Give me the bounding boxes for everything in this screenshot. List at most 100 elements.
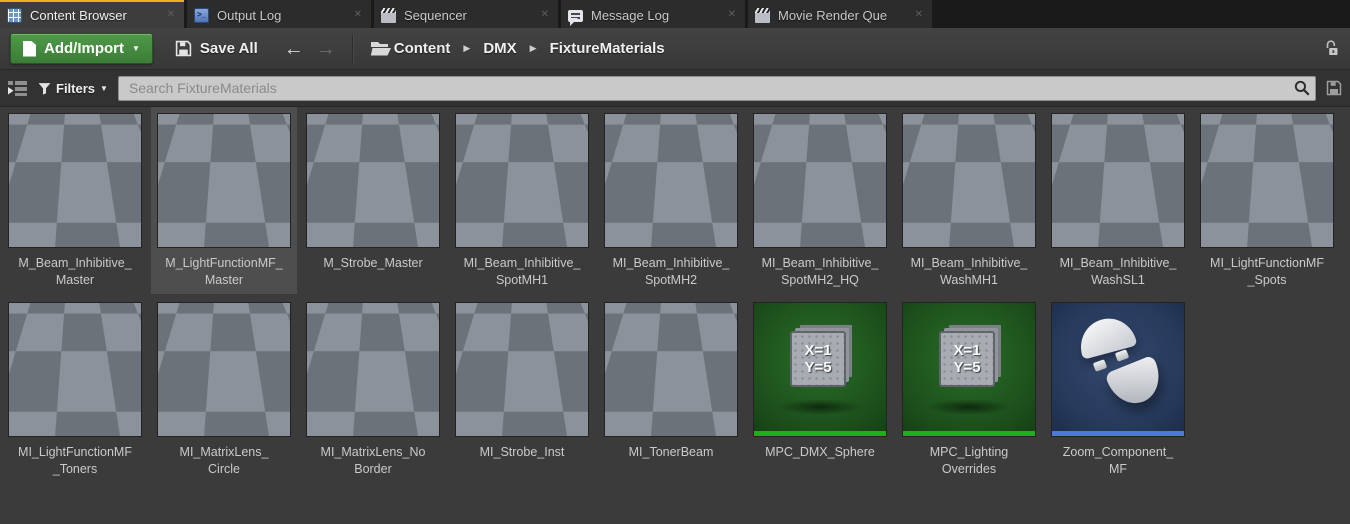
asset-thumbnail[interactable] — [455, 302, 589, 437]
search-icon[interactable] — [1293, 79, 1311, 102]
asset-thumbnail[interactable] — [455, 113, 589, 248]
lock-open-icon[interactable] — [1322, 39, 1340, 58]
open-folder-icon — [370, 40, 392, 57]
search-box — [117, 75, 1316, 102]
funnel-icon — [38, 82, 51, 95]
asset-m-lightfunctionmf-master[interactable]: M_LightFunctionMF_ Master — [157, 113, 291, 288]
asset-type-color-bar — [9, 431, 141, 436]
asset-name-label: MI_Strobe_Inst — [479, 445, 565, 459]
tab-sequencer[interactable]: Sequencer ✕ — [374, 0, 558, 28]
asset-thumbnail[interactable] — [1051, 113, 1185, 248]
asset-thumbnail[interactable]: X=1 Y=5 — [902, 302, 1036, 437]
asset-name-label: MPC_Lighting Overrides — [929, 445, 1009, 476]
asset-m-beam-inhibitive-master[interactable]: M_Beam_Inhibitive_ Master — [8, 113, 142, 288]
filters-label: Filters — [56, 80, 96, 96]
asset-mpc-lighting-overrides[interactable]: X=1 Y=5 MPC_Lighting Overrides — [902, 302, 1036, 477]
asset-thumbnail[interactable] — [902, 113, 1036, 248]
asset-type-color-bar — [605, 431, 737, 436]
asset-mi-lightfunctionmf-spots[interactable]: MI_LightFunctionMF _Spots — [1200, 113, 1334, 288]
asset-type-color-bar — [9, 242, 141, 247]
asset-type-color-bar — [1201, 242, 1333, 247]
back-arrow-button[interactable]: ← — [284, 39, 304, 59]
light-beam-preview — [962, 163, 976, 194]
breadcrumb-separator-icon: ▶ — [463, 43, 471, 53]
mpc-pages-icon: X=1 Y=5 — [790, 331, 846, 387]
asset-type-color-bar — [754, 242, 886, 247]
tab-close-icon[interactable]: ✕ — [165, 8, 177, 22]
content-browser-icon — [7, 7, 22, 23]
asset-mpc-dmx-sphere[interactable]: X=1 Y=5 MPC_DMX_Sphere — [753, 302, 887, 477]
sources-panel-toggle-icon[interactable] — [8, 80, 28, 96]
tab-bar: Content Browser ✕ Output Log ✕ Sequencer… — [0, 0, 1350, 28]
asset-thumbnail[interactable] — [753, 113, 887, 248]
tab-close-icon[interactable]: ✕ — [913, 8, 925, 22]
tab-output-log[interactable]: Output Log ✕ — [187, 0, 371, 28]
search-input[interactable] — [117, 75, 1316, 101]
asset-thumbnail[interactable] — [604, 113, 738, 248]
material-sphere-preview — [1208, 121, 1326, 239]
asset-thumbnail[interactable] — [1051, 302, 1185, 437]
asset-mi-beam-inhibitive-washmh1[interactable]: MI_Beam_Inhibitive_ WashMH1 — [902, 113, 1036, 288]
asset-type-color-bar — [1052, 431, 1184, 436]
asset-mi-beam-inhibitive-washsl1[interactable]: MI_Beam_Inhibitive_ WashSL1 — [1051, 113, 1185, 288]
asset-type-color-bar — [903, 431, 1035, 436]
asset-thumbnail[interactable] — [157, 302, 291, 437]
asset-mi-beam-inhibitive-spotmh1[interactable]: MI_Beam_Inhibitive_ SpotMH1 — [455, 113, 589, 288]
asset-thumbnail[interactable] — [8, 302, 142, 437]
asset-thumbnail[interactable] — [157, 113, 291, 248]
asset-mi-tonerbeam[interactable]: MI_TonerBeam — [604, 302, 738, 477]
asset-zoom-component-mf[interactable]: Zoom_Component_ MF — [1051, 302, 1185, 477]
tab-movie-render-que[interactable]: Movie Render Que ✕ — [748, 0, 932, 28]
toolbar: Add/Import ▼ Save All ← → Content ▶ DMX ▶ Fi… — [0, 28, 1350, 70]
chevron-down-icon: ▼ — [132, 44, 140, 53]
light-beam-preview — [664, 163, 678, 194]
new-asset-page-icon — [23, 40, 36, 57]
tab-close-icon[interactable]: ✕ — [539, 8, 551, 22]
asset-name-label: MI_Beam_Inhibitive_ SpotMH2_HQ — [761, 256, 879, 287]
asset-mi-lightfunctionmf-toners[interactable]: MI_LightFunctionMF _Toners — [8, 302, 142, 477]
tab-message-log[interactable]: Message Log ✕ — [561, 0, 745, 28]
asset-thumbnail[interactable] — [306, 302, 440, 437]
asset-thumbnail[interactable]: X=1 Y=5 — [753, 302, 887, 437]
asset-m-strobe-master[interactable]: M_Strobe_Master — [306, 113, 440, 288]
asset-name-label: MI_Beam_Inhibitive_ WashSL1 — [1059, 256, 1177, 287]
filters-button[interactable]: Filters ▼ — [38, 81, 108, 96]
breadcrumb-item-fixturematerials[interactable]: FixtureMaterials — [550, 40, 665, 57]
asset-name-label: MI_LightFunctionMF _Spots — [1210, 256, 1324, 287]
add-import-label: Add/Import — [44, 40, 124, 57]
tab-close-icon[interactable]: ✕ — [726, 8, 738, 22]
material-sphere-preview — [164, 305, 285, 430]
light-beam-preview — [1111, 163, 1125, 194]
save-all-label: Save All — [199, 40, 258, 57]
asset-type-color-bar — [605, 242, 737, 247]
asset-mi-beam-inhibitive-spotmh2-hq[interactable]: MI_Beam_Inhibitive_ SpotMH2_HQ — [753, 113, 887, 288]
asset-thumbnail[interactable] — [8, 113, 142, 248]
asset-name-label: M_Strobe_Master — [323, 256, 423, 270]
asset-type-color-bar — [903, 242, 1035, 247]
asset-thumbnail[interactable] — [604, 302, 738, 437]
output-log-icon — [194, 7, 209, 23]
asset-mi-beam-inhibitive-spotmh2[interactable]: MI_Beam_Inhibitive_ SpotMH2 — [604, 113, 738, 288]
asset-type-color-bar — [307, 431, 439, 436]
asset-thumbnail[interactable] — [306, 113, 440, 248]
material-sphere-preview — [310, 116, 436, 242]
asset-name-label: Zoom_Component_ MF — [1062, 445, 1174, 476]
tab-close-icon[interactable]: ✕ — [352, 8, 364, 22]
tab-content-browser[interactable]: Content Browser ✕ — [0, 0, 184, 28]
breadcrumb-item-dmx[interactable]: DMX — [483, 40, 516, 57]
asset-thumbnail[interactable] — [1200, 113, 1334, 248]
asset-type-color-bar — [158, 431, 290, 436]
save-all-button[interactable]: Save All — [175, 40, 258, 57]
add-import-button[interactable]: Add/Import ▼ — [10, 33, 153, 64]
material-sphere-preview — [165, 121, 283, 239]
asset-name-label: MPC_DMX_Sphere — [765, 445, 875, 459]
material-sphere-preview — [461, 306, 585, 431]
asset-name-label: M_LightFunctionMF_ Master — [165, 256, 283, 287]
asset-mi-matrixlens-circle[interactable]: MI_MatrixLens_ Circle — [157, 302, 291, 477]
save-search-icon[interactable] — [1326, 80, 1342, 96]
message-log-icon — [568, 9, 583, 26]
breadcrumb-item-content[interactable]: Content — [394, 40, 451, 57]
asset-mi-strobe-inst[interactable]: MI_Strobe_Inst — [455, 302, 589, 477]
asset-mi-matrixlens-no-border[interactable]: MI_MatrixLens_No Border — [306, 302, 440, 477]
asset-type-color-bar — [456, 242, 588, 247]
